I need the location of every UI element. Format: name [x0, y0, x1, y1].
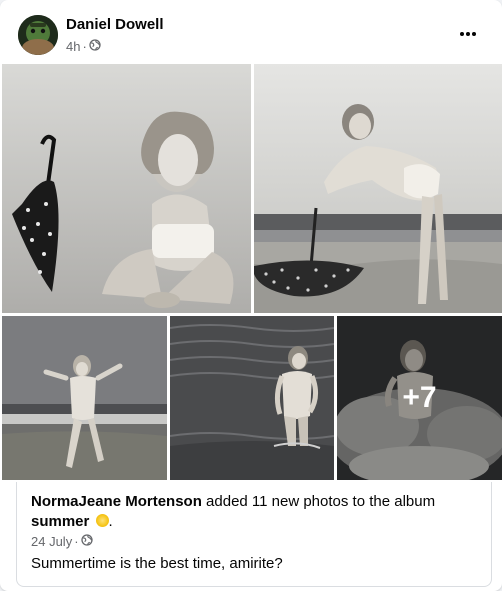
more-options-icon[interactable] — [452, 20, 484, 48]
attachment-date[interactable]: 24 July — [31, 534, 72, 549]
sun-emoji-icon — [95, 514, 109, 527]
photo-in-waves[interactable]: +7 — [337, 316, 502, 480]
photo-grid: +7 — [0, 64, 502, 480]
post-card: Daniel Dowell 4h · +7 NormaJeane Mortens… — [0, 0, 502, 591]
post-time[interactable]: 4h — [66, 39, 80, 54]
meta-separator: · — [82, 39, 87, 54]
attachment-meta: 24 July · — [31, 534, 93, 549]
more-photos-overlay[interactable]: +7 — [337, 316, 502, 480]
attachment-end: . — [108, 513, 113, 530]
album-name[interactable]: summer — [31, 513, 89, 530]
avatar[interactable] — [18, 15, 58, 55]
album-attachment[interactable]: NormaJeane Mortenson added 11 new photos… — [16, 482, 492, 587]
author-name[interactable]: Daniel Dowell — [66, 16, 164, 33]
photo-arms-outstretched-shore[interactable] — [2, 316, 167, 480]
post-header: Daniel Dowell 4h · — [0, 0, 502, 64]
globe-icon[interactable] — [80, 534, 93, 549]
globe-icon[interactable] — [89, 39, 101, 54]
meta-separator: · — [74, 534, 79, 549]
post-meta: 4h · — [66, 39, 101, 54]
attachment-actor[interactable]: NormaJeane Mortenson — [31, 493, 202, 510]
photo-leaning-on-umbrella[interactable] — [254, 64, 502, 313]
photo-sitting-with-umbrella[interactable] — [2, 64, 251, 313]
attachment-title: NormaJeane Mortenson added 11 new photos… — [31, 492, 471, 532]
more-photos-count: +7 — [402, 381, 437, 414]
attachment-caption: Summertime is the best time, amirite? — [31, 555, 283, 572]
photo-standing-in-water[interactable] — [170, 316, 334, 480]
attachment-action: added 11 new photos to the album — [201, 493, 436, 510]
